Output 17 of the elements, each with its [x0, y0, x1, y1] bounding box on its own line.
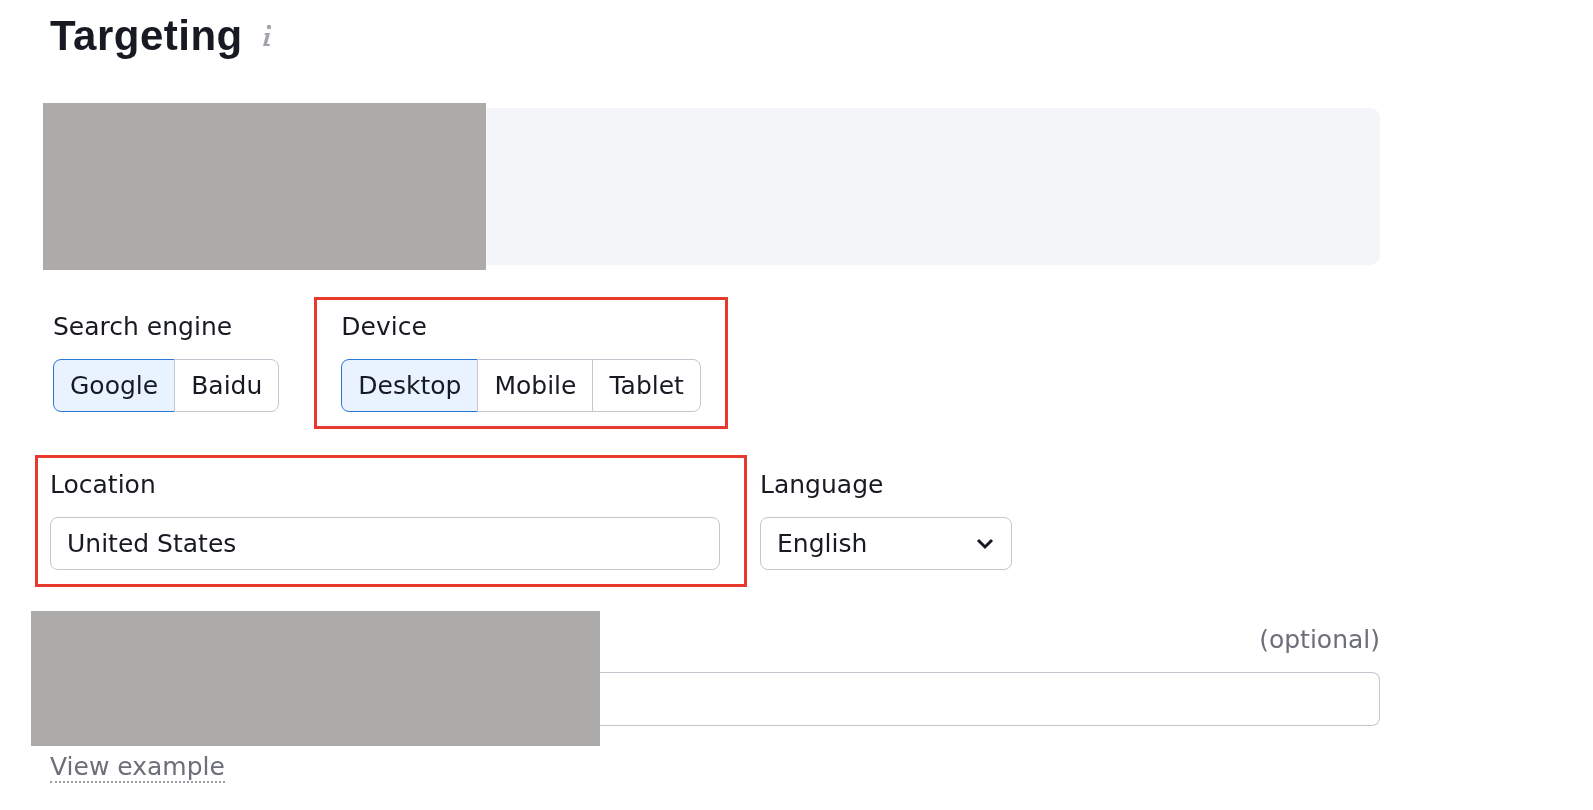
chevron-down-icon	[975, 536, 995, 551]
field-label: Device	[341, 312, 428, 341]
field-label: Language	[760, 470, 885, 499]
view-example-link[interactable]: View example	[50, 752, 225, 783]
segment-button[interactable]: Mobile	[477, 359, 594, 412]
segment-button[interactable]: Tablet	[592, 359, 701, 412]
info-icon[interactable]	[260, 24, 273, 48]
optional-note: (optional)	[1259, 625, 1380, 654]
location-field[interactable]: United States	[50, 517, 720, 570]
field-label: Location	[50, 470, 157, 499]
segment-button[interactable]: Google	[53, 359, 176, 412]
segment-button[interactable]: Desktop	[341, 359, 479, 412]
segment-button[interactable]: Baidu	[174, 359, 280, 412]
page-title: Targeting	[50, 12, 243, 60]
field-label: Search engine	[53, 312, 234, 341]
input-field[interactable]	[600, 672, 1380, 726]
language-select[interactable]: English	[760, 517, 1012, 570]
